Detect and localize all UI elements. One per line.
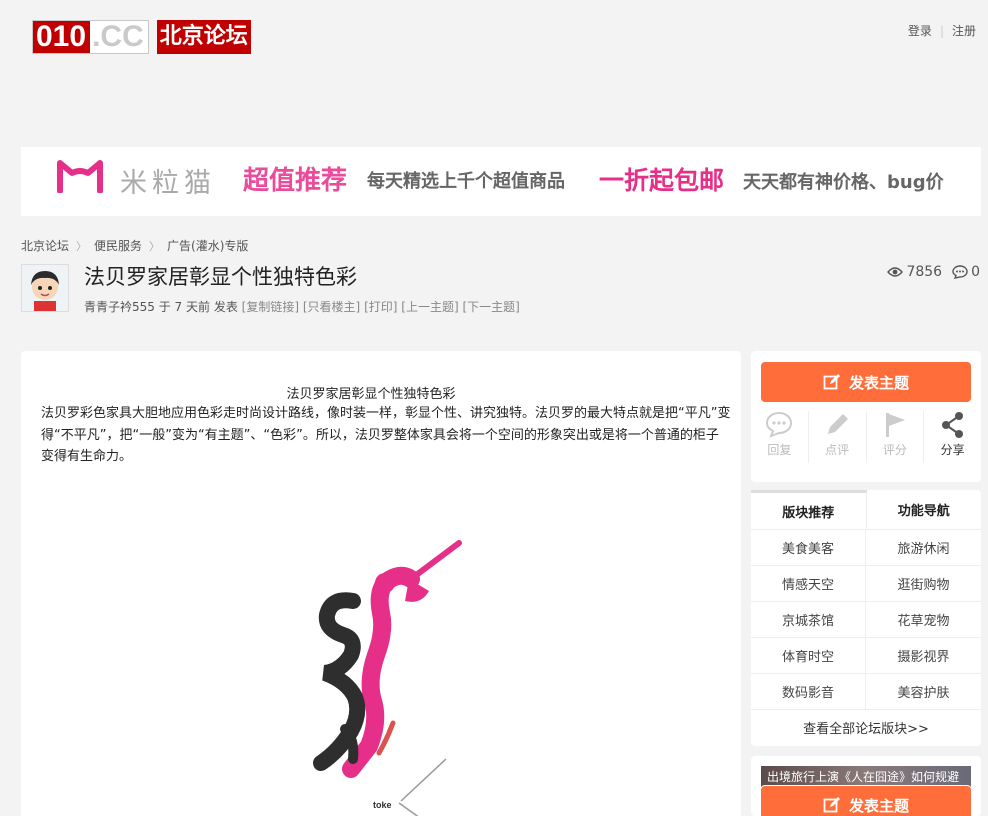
print-link[interactable]: [打印] <box>364 300 397 314</box>
register-link[interactable]: 注册 <box>952 22 976 39</box>
forum-grid: 美食美客 旅游休闲 情感天空 逛街购物 京城茶馆 花草宠物 体育时空 摄影视界 … <box>751 530 981 710</box>
forum-navigation: 版块推荐 功能导航 美食美客 旅游休闲 情感天空 逛街购物 京城茶馆 花草宠物 … <box>751 490 981 746</box>
site-logo[interactable]: 010 .CC 北京论坛 <box>32 19 251 55</box>
thread-stats: 7856 0 <box>877 264 980 280</box>
breadcrumb: 北京论坛 〉 便民服务 〉 广告(灌水)专版 <box>21 237 248 254</box>
eye-icon <box>887 267 904 277</box>
forum-link[interactable]: 体育时空 <box>751 638 866 674</box>
banner-headline-1: 超值推荐 <box>243 166 348 196</box>
views-count: 7856 <box>906 264 943 280</box>
thread-title: 法贝罗家居彰显个性独特色彩 <box>84 265 357 289</box>
next-thread-link[interactable]: [下一主题] <box>462 300 519 314</box>
reply-label: 回复 <box>767 443 792 457</box>
furniture-logo-image[interactable]: toke <box>281 531 481 816</box>
rate-label: 评分 <box>882 443 907 457</box>
banner-subtext-2: 天天都有神价格、bug价 <box>743 172 944 193</box>
post-button-label: 发表主题 <box>848 373 909 392</box>
prev-thread-link[interactable]: [上一主题] <box>401 300 458 314</box>
breadcrumb-item-home[interactable]: 北京论坛 <box>21 237 69 254</box>
comment-icon <box>952 265 968 279</box>
tab-function-nav[interactable]: 功能导航 <box>867 490 982 529</box>
forum-link[interactable]: 摄影视界 <box>866 638 981 674</box>
banner-subtext-1: 每天精选上千个超值商品 <box>367 171 565 192</box>
action-panel: 发表主题 回复 点评 评分 分享 <box>751 351 981 482</box>
chevron-right-icon: 〉 <box>76 239 88 253</box>
rate-button[interactable]: 评分 <box>867 411 925 463</box>
logo-name: 北京论坛 <box>156 20 251 54</box>
forum-link[interactable]: 美食美客 <box>751 530 866 566</box>
logo-domain: .CC <box>92 20 144 53</box>
edit-icon <box>823 797 840 813</box>
ad-banner[interactable]: 米粒猫 超值推荐 每天精选上千个超值商品 一折起包邮 天天都有神价格、bug价 <box>21 147 981 216</box>
edit-icon <box>823 374 840 390</box>
pencil-icon <box>828 414 849 434</box>
link-separator: | <box>939 23 944 38</box>
avatar-image <box>22 265 68 311</box>
copy-link[interactable]: [复制链接] <box>242 300 299 314</box>
logo-number: 010 <box>33 21 91 53</box>
post-heading: 法贝罗家居彰显个性独特色彩 <box>286 387 456 402</box>
post-time: 于 7 天前 发表 <box>158 300 238 314</box>
logo-mark: 010 .CC <box>32 20 149 54</box>
user-links: 登录 | 注册 <box>908 22 976 39</box>
view-all-forums-link[interactable]: 查看全部论坛版块>> <box>751 710 981 745</box>
tab-recommended-forums[interactable]: 版块推荐 <box>751 490 867 529</box>
banner-brand: 米粒猫 <box>120 168 216 199</box>
login-link[interactable]: 登录 <box>908 22 932 39</box>
post-body: 法贝罗彩色家具大胆地应用色彩走时尚设计路线，像时装一样，彰显个性、讲究独特。法贝… <box>41 406 731 464</box>
replies-count: 0 <box>971 264 980 280</box>
share-button[interactable]: 分享 <box>924 411 981 463</box>
image-caption: toke <box>373 800 392 810</box>
replies-stat: 0 <box>952 264 980 280</box>
share-label: 分享 <box>940 443 965 457</box>
breadcrumb-item-services[interactable]: 便民服务 <box>94 237 142 254</box>
forum-link[interactable]: 逛街购物 <box>866 566 981 602</box>
forum-link[interactable]: 花草宠物 <box>866 602 981 638</box>
forum-link[interactable]: 数码影音 <box>751 674 866 710</box>
floating-post-button-label: 发表主题 <box>848 796 909 815</box>
reply-icon <box>766 411 793 438</box>
author-name[interactable]: 青青子衿555 <box>84 300 155 314</box>
comment-button[interactable]: 点评 <box>809 411 867 463</box>
forum-link[interactable]: 情感天空 <box>751 566 866 602</box>
forum-link[interactable]: 美容护肤 <box>866 674 981 710</box>
forum-link[interactable]: 旅游休闲 <box>866 530 981 566</box>
comment-label: 点评 <box>825 443 850 457</box>
share-icon <box>941 412 963 438</box>
thread-actions: 回复 点评 评分 分享 <box>751 411 981 463</box>
breadcrumb-item-ads[interactable]: 广告(灌水)专版 <box>167 237 248 254</box>
cat-ears-icon <box>57 160 103 193</box>
author-avatar[interactable] <box>21 264 69 312</box>
forum-link[interactable]: 京城茶馆 <box>751 602 866 638</box>
only-author-link[interactable]: [只看楼主] <box>303 300 360 314</box>
thread-meta: 青青子衿555 于 7 天前 发表 [复制链接] [只看楼主] [打印] [上一… <box>84 298 520 315</box>
chevron-right-icon: 〉 <box>149 239 161 253</box>
flag-icon <box>885 413 905 437</box>
reply-button[interactable]: 回复 <box>751 411 809 463</box>
views-stat: 7856 <box>887 264 942 280</box>
post-new-thread-button[interactable]: 发表主题 <box>761 362 971 402</box>
post-content: 法贝罗家居彰显个性独特色彩 法贝罗彩色家具大胆地应用色彩走时尚设计路线，像时装一… <box>21 351 741 816</box>
nav-tabs: 版块推荐 功能导航 <box>751 490 981 530</box>
floating-post-button[interactable]: 发表主题 <box>761 786 971 816</box>
banner-headline-2: 一折起包邮 <box>599 166 725 195</box>
